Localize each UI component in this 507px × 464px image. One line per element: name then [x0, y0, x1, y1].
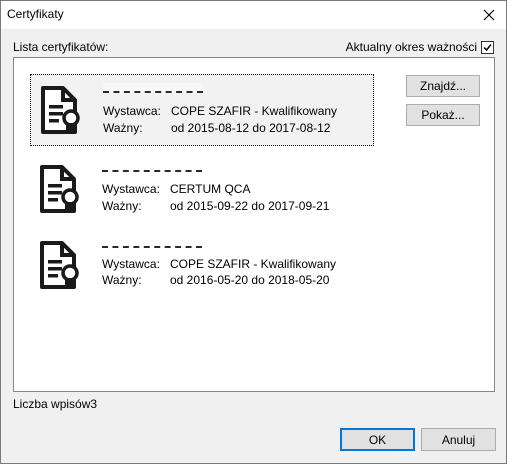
validity-value: od 2015-08-12 do 2017-08-12	[171, 121, 331, 135]
issuer-label: Wystawca:	[102, 182, 160, 196]
certificate-item[interactable]: Wystawca: COPE SZAFIR - Kwalifikowany Wa…	[30, 74, 374, 146]
certificate-item[interactable]: Wystawca: CERTUM QCA Ważny: od 2015-09-2…	[30, 154, 372, 224]
validity-label: Ważny:	[102, 273, 142, 287]
issuer-label: Wystawca:	[102, 257, 160, 271]
validity-value: od 2016-05-20 do 2018-05-20	[170, 273, 330, 287]
certificate-icon	[40, 241, 79, 289]
validity-label: Ważny:	[103, 121, 143, 135]
issuer-value: COPE SZAFIR - Kwalifikowany	[170, 257, 337, 271]
entry-count: Liczba wpisów3	[13, 397, 98, 411]
issuer-label: Wystawca:	[103, 104, 161, 118]
issuer-value: CERTUM QCA	[170, 182, 251, 196]
certificate-name-redacted	[102, 238, 202, 248]
close-button[interactable]	[472, 1, 506, 29]
certificate-icon	[41, 86, 80, 134]
certificate-name-redacted	[102, 162, 202, 172]
valid-period-label: Aktualny okres ważności	[345, 40, 477, 54]
checkmark-icon	[483, 43, 492, 51]
title-bar: Certyfikaty	[1, 1, 506, 29]
cancel-button[interactable]: Anuluj	[421, 428, 496, 451]
valid-period-checkbox[interactable]	[481, 40, 494, 54]
close-icon	[483, 9, 495, 21]
find-button[interactable]: Znajdź...	[406, 75, 480, 97]
certificate-item[interactable]: Wystawca: COPE SZAFIR - Kwalifikowany Wa…	[30, 230, 372, 300]
ok-button[interactable]: OK	[340, 428, 415, 451]
certificate-list[interactable]: Wystawca: COPE SZAFIR - Kwalifikowany Wa…	[13, 57, 495, 392]
certificate-name-redacted	[103, 83, 203, 93]
validity-value: od 2015-09-22 do 2017-09-21	[170, 199, 330, 213]
validity-label: Ważny:	[102, 199, 142, 213]
certificate-list-label: Lista certyfikatów:	[13, 40, 109, 54]
valid-period-toggle[interactable]: Aktualny okres ważności	[346, 40, 494, 54]
window-title: Certyfikaty	[7, 7, 64, 21]
certificates-dialog: Certyfikaty Lista certyfikatów: Aktualny…	[0, 0, 507, 464]
show-button[interactable]: Pokaż...	[406, 104, 480, 126]
issuer-value: COPE SZAFIR - Kwalifikowany	[171, 104, 338, 118]
certificate-icon	[40, 165, 79, 213]
